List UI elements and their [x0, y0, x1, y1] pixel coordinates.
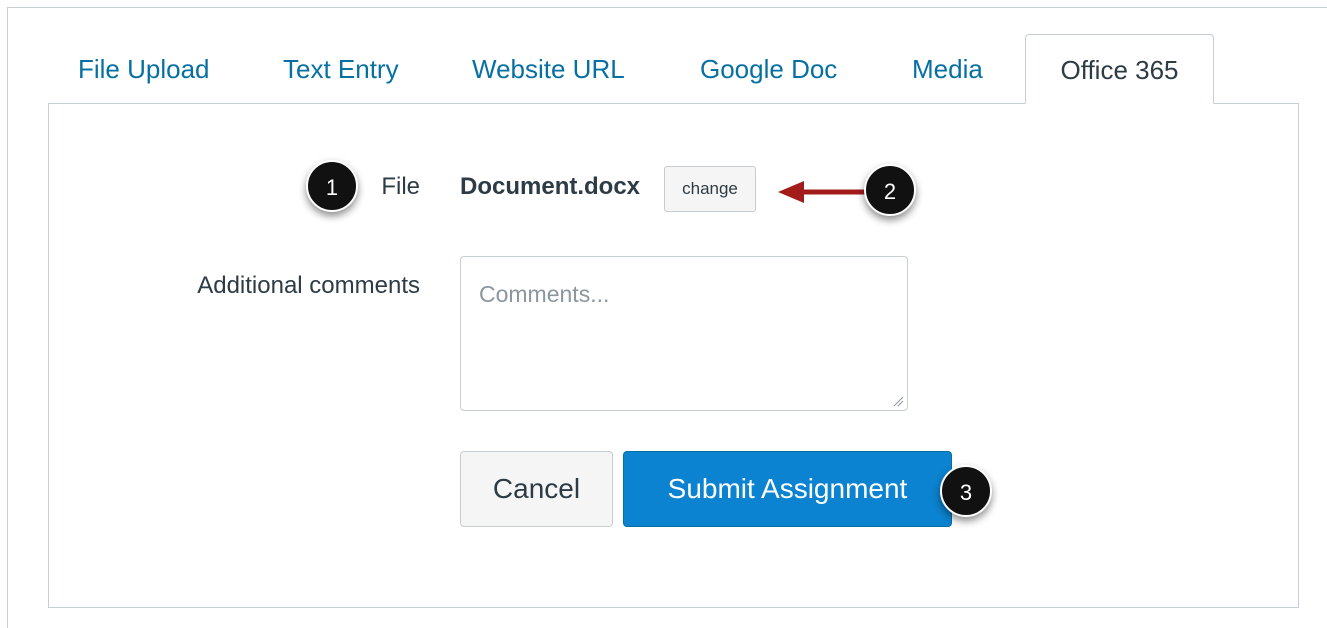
callout-2: 2 — [864, 164, 916, 216]
callout-3: 3 — [940, 465, 992, 517]
comments-placeholder: Comments... — [479, 281, 610, 307]
tab-google-doc[interactable]: Google Doc — [700, 34, 837, 104]
submit-assignment-button[interactable]: Submit Assignment — [623, 451, 952, 527]
tab-website-url[interactable]: Website URL — [472, 34, 625, 104]
comments-textarea[interactable]: Comments... — [460, 256, 908, 411]
submission-type-tabs: File Upload Text Entry Website URL Googl… — [50, 34, 1300, 104]
tab-text-entry[interactable]: Text Entry — [283, 34, 399, 104]
tab-office-365[interactable]: Office 365 — [1025, 34, 1214, 104]
pointer-arrow-icon — [778, 181, 868, 203]
cancel-button[interactable]: Cancel — [460, 451, 613, 527]
resize-grip-icon[interactable] — [892, 395, 904, 407]
comments-label: Additional comments — [197, 272, 420, 299]
file-name: Document.docx — [460, 173, 641, 200]
file-label: File — [381, 173, 420, 200]
tab-file-upload[interactable]: File Upload — [78, 34, 210, 104]
change-file-button[interactable]: change — [664, 166, 756, 212]
tab-media[interactable]: Media — [912, 34, 983, 104]
